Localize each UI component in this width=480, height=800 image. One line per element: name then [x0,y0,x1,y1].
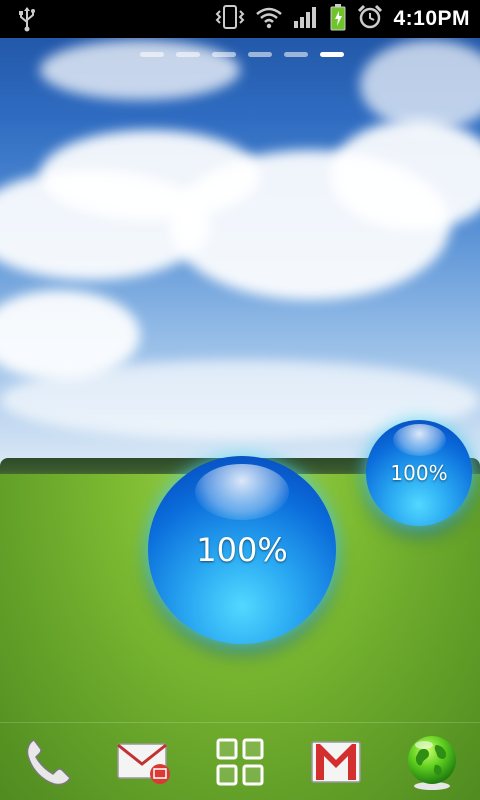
battery-bubble-widget-small[interactable]: 100% [366,420,472,526]
browser-globe-icon[interactable] [396,726,468,798]
page-dot-active[interactable] [320,52,344,57]
wifi-icon [255,5,283,33]
alarm-icon [357,4,383,34]
page-dot[interactable] [176,52,200,57]
wallpaper-sky [0,0,480,468]
battery-bubble-widget-large[interactable]: 100% [148,456,336,644]
battery-percent-label: 100% [196,531,288,569]
home-screen: 4:10PM 100% 100% [0,0,480,800]
wallpaper [0,0,480,800]
app-drawer-icon[interactable] [204,726,276,798]
page-indicator[interactable] [140,52,344,57]
gmail-icon[interactable] [300,726,372,798]
page-dot[interactable] [248,52,272,57]
status-time: 4:10PM [393,7,470,30]
status-bar: 4:10PM [0,0,480,38]
phone-icon[interactable] [12,726,84,798]
battery-percent-label: 100% [390,461,448,485]
usb-icon [16,6,38,36]
page-dot[interactable] [140,52,164,57]
battery-charging-icon [329,3,347,35]
dock [0,722,480,800]
page-dot[interactable] [212,52,236,57]
messaging-icon[interactable] [108,726,180,798]
signal-icon [293,5,319,33]
vibrate-icon [215,4,245,34]
page-dot[interactable] [284,52,308,57]
